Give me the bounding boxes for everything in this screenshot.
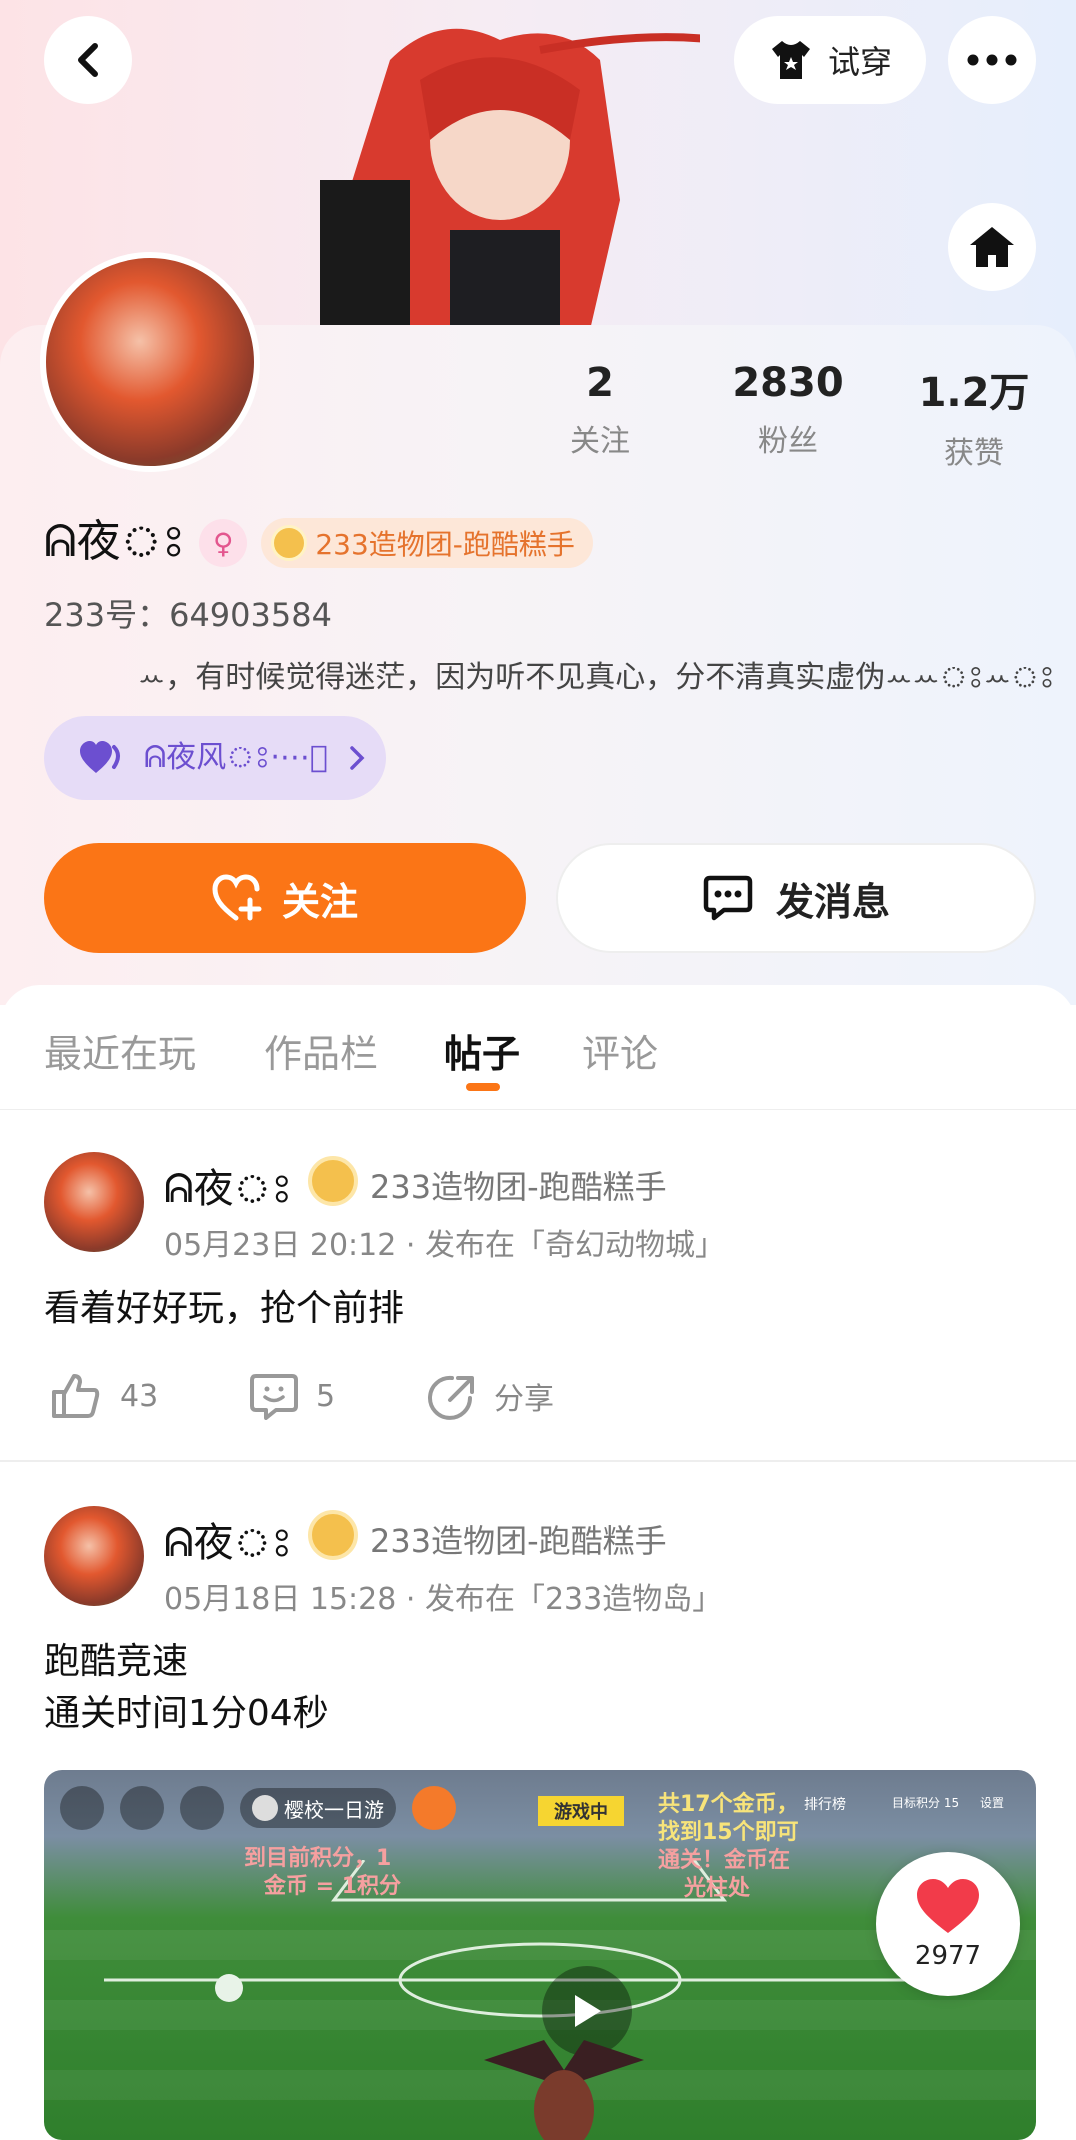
user-id: 233号：64903584 xyxy=(44,596,332,634)
like-count: 43 xyxy=(120,1378,159,1414)
try-on-label: 试穿 xyxy=(827,43,892,81)
heart-icon xyxy=(80,741,120,773)
follow-button[interactable]: 关注 xyxy=(44,843,526,953)
thumbs-up-icon xyxy=(412,1786,456,1830)
playing-tag: 游戏中 xyxy=(538,1796,624,1826)
like-button[interactable]: 43 xyxy=(50,1372,158,1420)
name-row: ᕱ夜ঃ ♀ 233造物团-跑酷糕手 xyxy=(44,512,593,574)
tshirt-icon xyxy=(771,41,810,79)
team-label: 233造物团-跑酷糕手 xyxy=(315,528,575,561)
back-button[interactable] xyxy=(44,16,132,104)
post-team-label: 233造物团-跑酷糕手 xyxy=(370,1522,667,1560)
team-icon xyxy=(308,1510,358,1560)
home-button[interactable] xyxy=(948,203,1036,291)
leaderboard-label: 排行榜 xyxy=(804,1797,846,1813)
share-icon xyxy=(428,1375,474,1420)
home-icon xyxy=(970,227,1014,267)
share-button[interactable]: 分享 xyxy=(426,1372,554,1420)
post-author-name[interactable]: ᕱ夜ঃ xyxy=(164,1510,292,1578)
friends-icon xyxy=(180,1786,224,1830)
stat-followers[interactable]: 2830 粉丝 xyxy=(708,360,868,460)
following-label: 关注 xyxy=(570,424,630,459)
team-icon xyxy=(308,1156,358,1206)
post-team-label: 233造物团-跑酷糕手 xyxy=(370,1168,667,1206)
chevron-left-icon xyxy=(78,43,98,77)
cp-name: ᕱ夜风ঃ·⋯ঃ xyxy=(144,740,328,775)
chat-icon xyxy=(120,1786,164,1830)
heart-plus-icon xyxy=(212,874,262,921)
tab-recent-playing[interactable]: 最近在玩 xyxy=(44,1023,196,1078)
comment-button[interactable]: 5 xyxy=(250,1372,335,1420)
player-name: 樱校一日游 xyxy=(284,1797,384,1822)
post-author-avatar[interactable] xyxy=(44,1506,144,1606)
likes-label: 获赞 xyxy=(944,436,1004,471)
likes-count: 1.2万 xyxy=(918,370,1030,416)
post-meta[interactable]: 05月18日 15:28 · 发布在「233造物岛」 xyxy=(164,1574,722,1618)
stat-following[interactable]: 2 关注 xyxy=(520,360,680,460)
comment-icon xyxy=(250,1374,298,1420)
active-tab-indicator xyxy=(466,1083,500,1091)
player-character xyxy=(484,2040,644,2140)
list-icon xyxy=(60,1786,104,1830)
media-hud-top: 樱校一日游 xyxy=(60,1786,456,1830)
followers-label: 粉丝 xyxy=(758,424,818,459)
follow-label: 关注 xyxy=(281,879,358,924)
team-icon xyxy=(271,525,308,561)
stat-likes[interactable]: 1.2万 获赞 xyxy=(894,360,1054,472)
heart-icon xyxy=(917,1879,979,1933)
thumbs-up-icon xyxy=(52,1374,100,1418)
try-on-button[interactable]: 试穿 xyxy=(734,16,926,104)
comment-count: 5 xyxy=(316,1378,336,1414)
tab-posts[interactable]: 帖子 xyxy=(444,1023,520,1078)
hud-score-line-2: 金币 = 1积分 xyxy=(264,1874,402,1899)
target-score: 目标积分 15 xyxy=(892,1796,960,1810)
post-text[interactable]: 看着好好玩，抢个前排 xyxy=(44,1283,404,1335)
tab-works[interactable]: 作品栏 xyxy=(264,1023,378,1078)
post-text-line-2[interactable]: 通关时间1分04秒 xyxy=(44,1688,329,1740)
avatar[interactable] xyxy=(40,252,260,472)
cp-relationship-pill[interactable]: ᕱ夜风ঃ·⋯ঃ xyxy=(44,716,386,800)
settings-label: 设置 xyxy=(980,1796,1005,1810)
nickname: ᕱ夜ঃ xyxy=(44,516,186,567)
female-icon: ♀ xyxy=(199,519,248,567)
video-like-button[interactable]: 2977 xyxy=(876,1852,1020,1996)
video-like-count: 2977 xyxy=(914,1941,982,1971)
team-badge[interactable]: 233造物团-跑酷糕手 xyxy=(261,518,593,568)
share-label: 分享 xyxy=(494,1382,554,1417)
post-author-name[interactable]: ᕱ夜ঃ xyxy=(164,1156,292,1224)
following-count: 2 xyxy=(586,360,614,406)
chat-bubble-icon xyxy=(703,875,753,921)
post-text-line-1[interactable]: 跑酷竞速 xyxy=(44,1636,188,1688)
post-author-avatar[interactable] xyxy=(44,1152,144,1252)
post-divider xyxy=(0,1460,1076,1462)
avatar-3d-character xyxy=(320,28,700,330)
more-dots-icon xyxy=(967,54,1017,66)
post-meta[interactable]: 05月23日 20:12 · 发布在「奇幻动物城」 xyxy=(164,1220,725,1264)
hud-goal-line-4: 光柱处 xyxy=(684,1876,751,1901)
more-button[interactable] xyxy=(948,16,1036,104)
message-button[interactable]: 发消息 xyxy=(556,843,1036,953)
bio: ꕀ，有时候觉得迷茫，因为听不见真心，分不清真实虚伪ꕀꕀঃꕀঃ xyxy=(138,660,1056,695)
followers-count: 2830 xyxy=(732,360,844,406)
tab-comments[interactable]: 评论 xyxy=(582,1023,658,1078)
player-chip: 樱校一日游 xyxy=(240,1788,396,1828)
chevron-right-icon xyxy=(350,746,365,770)
message-label: 发消息 xyxy=(775,879,890,924)
player-avatar xyxy=(252,1795,278,1821)
tab-bar: 最近在玩 作品栏 帖子 评论 xyxy=(0,985,1076,1110)
